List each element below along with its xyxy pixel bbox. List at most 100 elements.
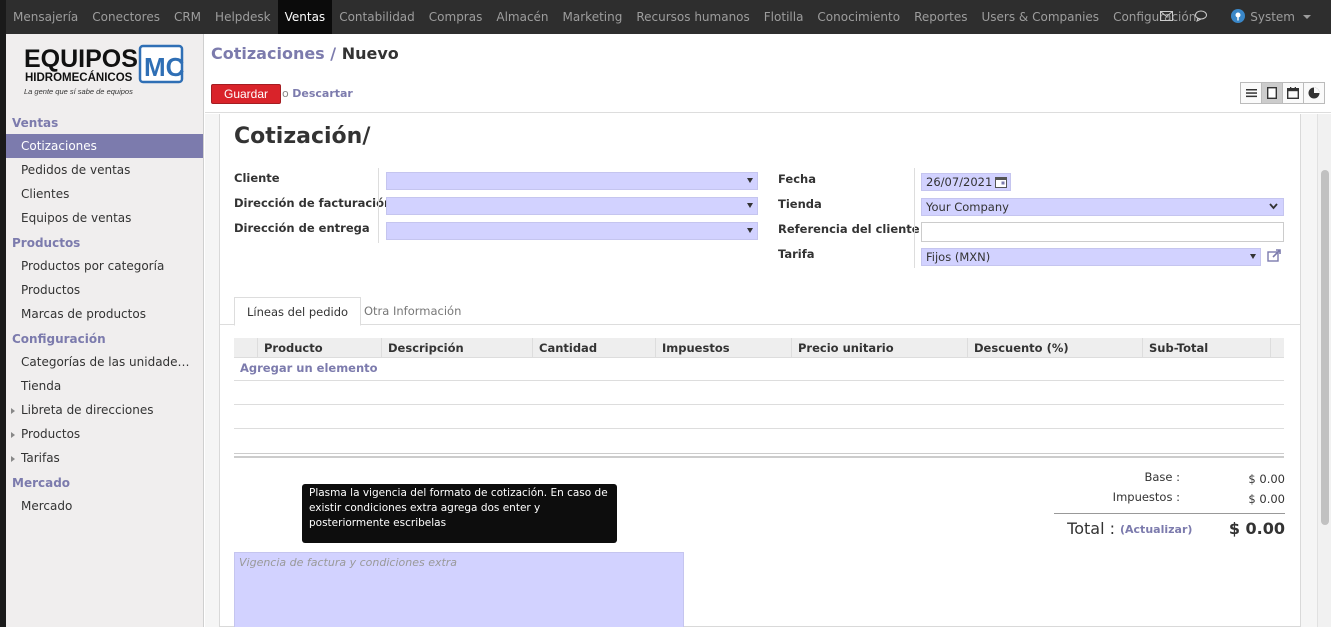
- menu-helpdesk[interactable]: Helpdesk: [208, 0, 278, 34]
- sidebar-item-tienda[interactable]: Tienda: [6, 374, 203, 398]
- control-panel: Cotizaciones / Nuevo Guardar o Descartar: [205, 34, 1331, 113]
- menu-crm[interactable]: CRM: [167, 0, 208, 34]
- column-descuento[interactable]: Descuento (%): [968, 338, 1143, 357]
- direccion-entrega-select[interactable]: [386, 222, 758, 240]
- menu-users-companies[interactable]: Users & Companies: [975, 0, 1107, 34]
- form-view-button[interactable]: [1261, 82, 1283, 104]
- base-label: Base :: [1144, 470, 1180, 484]
- menu-conectores[interactable]: Conectores: [85, 0, 167, 34]
- notes-placeholder: Vigencia de factura y condiciones extra: [239, 556, 458, 569]
- menu-marketing[interactable]: Marketing: [556, 0, 630, 34]
- table-row: [234, 380, 1284, 381]
- view-switcher: [1240, 82, 1325, 104]
- update-button[interactable]: (Actualizar): [1120, 523, 1192, 536]
- chevron-down-icon: [1269, 203, 1278, 210]
- menu-mensajeria[interactable]: Mensajería: [6, 0, 85, 34]
- sidebar-item-clientes[interactable]: Clientes: [6, 182, 203, 206]
- sidebar-item-tarifas[interactable]: Tarifas: [6, 446, 203, 470]
- chevron-down-icon: [1250, 254, 1256, 259]
- form-icon: [1267, 87, 1277, 99]
- sidebar: EQUIPOS HIDROMECÁNICOS La gente que sí s…: [0, 34, 204, 627]
- cliente-select[interactable]: [386, 172, 758, 190]
- sidebar-item-cotizaciones[interactable]: Cotizaciones: [6, 134, 203, 158]
- user-menu[interactable]: System: [1231, 8, 1311, 26]
- list-view-button[interactable]: [1240, 82, 1262, 104]
- chevron-down-icon: [1303, 15, 1311, 19]
- terms-notes-field[interactable]: Vigencia de factura y condiciones extra: [234, 552, 684, 627]
- impuestos-value: $ 0.00: [1248, 492, 1285, 506]
- tienda-select[interactable]: Your Company: [921, 198, 1284, 216]
- menu-almacen[interactable]: Almacén: [489, 0, 555, 34]
- referencia-cliente-input[interactable]: [921, 222, 1284, 242]
- tab-otra-informacion[interactable]: Otra Información: [352, 297, 473, 326]
- scrollbar[interactable]: [1317, 114, 1331, 627]
- logo-line2: HIDROMECÁNICOS: [25, 71, 133, 84]
- logo-image: EQUIPOS HIDROMECÁNICOS La gente que sí s…: [24, 44, 184, 96]
- company-logo[interactable]: EQUIPOS HIDROMECÁNICOS La gente que sí s…: [6, 34, 203, 110]
- tab-lineas-pedido[interactable]: Líneas del pedido: [234, 297, 362, 326]
- label-direccion-entrega: Dirección de entrega: [234, 221, 370, 235]
- sidebar-item-label: Tarifas: [21, 451, 60, 465]
- fecha-input[interactable]: 26/07/2021: [921, 173, 1011, 191]
- direccion-facturacion-select[interactable]: [386, 197, 758, 215]
- tarifa-value: Fijos (MXN): [926, 250, 991, 264]
- breadcrumb-current: Nuevo: [341, 44, 399, 63]
- breadcrumb-cotizaciones[interactable]: Cotizaciones: [211, 44, 325, 63]
- fecha-value: 26/07/2021: [926, 175, 993, 189]
- menu-reportes[interactable]: Reportes: [907, 0, 974, 34]
- discard-group: o Descartar: [282, 87, 353, 100]
- label-fecha: Fecha: [778, 172, 816, 186]
- menu-conocimiento[interactable]: Conocimiento: [810, 0, 907, 34]
- sidebar-item-marcas[interactable]: Marcas de productos: [6, 302, 203, 326]
- table-row: [234, 404, 1284, 405]
- base-value: $ 0.00: [1248, 472, 1285, 486]
- user-name: System: [1250, 10, 1295, 24]
- chevron-down-icon: [747, 178, 753, 183]
- sidebar-item-productos[interactable]: Productos: [6, 278, 203, 302]
- breadcrumb: Cotizaciones / Nuevo: [211, 44, 399, 63]
- sidebar-item-productos-config[interactable]: Productos: [6, 422, 203, 446]
- menu-recursos-humanos[interactable]: Recursos humanos: [629, 0, 756, 34]
- sidebar-section-mercado: Mercado: [12, 476, 71, 490]
- scrollbar-thumb[interactable]: [1321, 170, 1329, 525]
- menu-compras[interactable]: Compras: [422, 0, 490, 34]
- tarifa-select[interactable]: Fijos (MXN): [921, 248, 1261, 266]
- field-separator: [378, 168, 379, 243]
- order-lines-header: Producto Descripción Cantidad Impuestos …: [234, 338, 1284, 358]
- save-button[interactable]: Guardar: [211, 84, 282, 104]
- column-impuestos[interactable]: Impuestos: [656, 338, 792, 357]
- column-subtotal[interactable]: Sub-Total: [1143, 338, 1271, 357]
- total-value: $ 0.00: [1228, 519, 1285, 538]
- calendar-icon[interactable]: [995, 176, 1007, 188]
- sidebar-item-productos-categoria[interactable]: Productos por categoría: [6, 254, 203, 278]
- calendar-view-button[interactable]: [1282, 82, 1304, 104]
- mail-icon[interactable]: [1160, 10, 1174, 24]
- column-producto[interactable]: Producto: [258, 338, 382, 357]
- top-navbar: Mensajería Conectores CRM Helpdesk Venta…: [0, 0, 1331, 34]
- add-line-link[interactable]: Agregar un elemento: [240, 361, 378, 375]
- calendar-icon: [1287, 87, 1299, 99]
- sidebar-item-libreta[interactable]: Libreta de direcciones: [6, 398, 203, 422]
- column-precio-unitario[interactable]: Precio unitario: [792, 338, 968, 357]
- sidebar-item-mercado[interactable]: Mercado: [6, 494, 203, 518]
- label-tarifa: Tarifa: [778, 247, 815, 261]
- logo-line1: EQUIPOS: [24, 45, 138, 73]
- menu-contabilidad[interactable]: Contabilidad: [332, 0, 422, 34]
- chat-icon[interactable]: [1195, 10, 1209, 25]
- column-cantidad[interactable]: Cantidad: [533, 338, 656, 357]
- label-tienda: Tienda: [778, 197, 822, 211]
- table-footer-line: [234, 456, 1284, 458]
- external-link-icon[interactable]: [1267, 249, 1282, 262]
- caret-right-icon: [11, 407, 15, 414]
- column-descripcion[interactable]: Descripción: [382, 338, 533, 357]
- sidebar-item-pedidos[interactable]: Pedidos de ventas: [6, 158, 203, 182]
- label-cliente: Cliente: [234, 171, 280, 185]
- sidebar-item-categorias-unidades[interactable]: Categorías de las unidade…: [6, 350, 203, 374]
- graph-view-button[interactable]: [1303, 82, 1325, 104]
- table-footer-line: [234, 453, 1284, 454]
- sidebar-item-equipos[interactable]: Equipos de ventas: [6, 206, 203, 230]
- discard-button[interactable]: Descartar: [292, 87, 353, 100]
- tienda-value: Your Company: [926, 200, 1009, 214]
- menu-flotilla[interactable]: Flotilla: [757, 0, 811, 34]
- menu-ventas[interactable]: Ventas: [277, 0, 333, 34]
